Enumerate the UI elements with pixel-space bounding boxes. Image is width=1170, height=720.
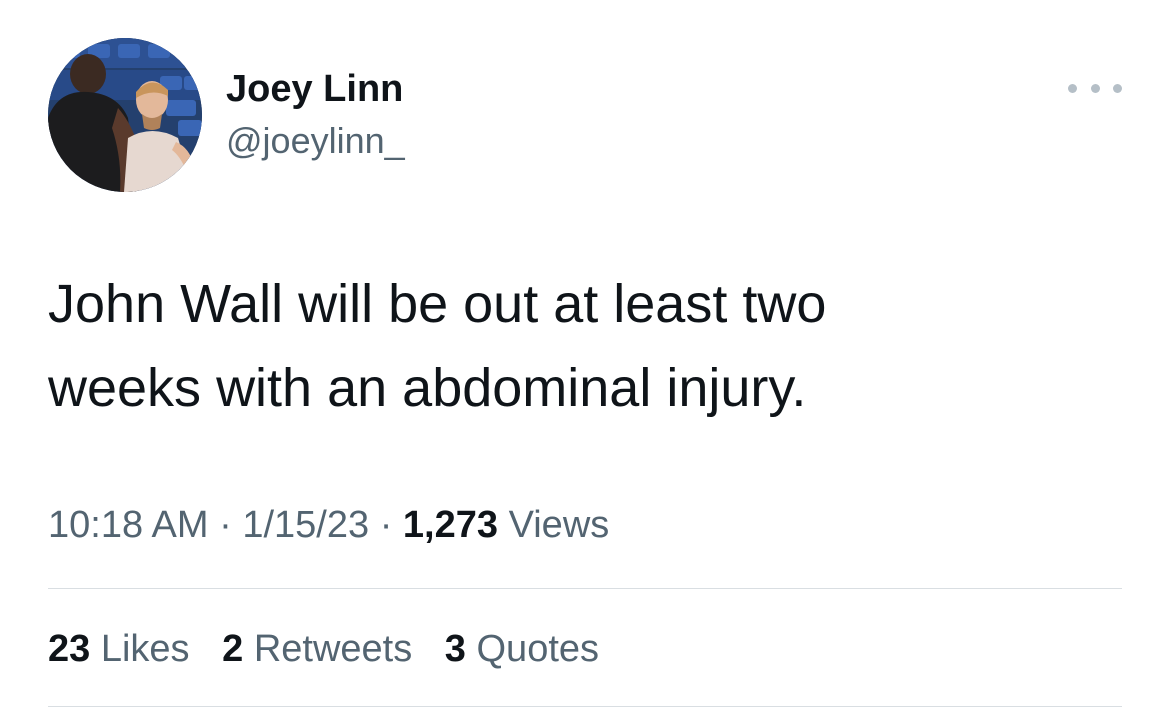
quotes-stat[interactable]: 3 Quotes: [445, 624, 599, 674]
views-count: 1,273: [402, 504, 499, 546]
engagement-stats: 23 Likes 2 Retweets 3 Quotes: [48, 624, 621, 674]
likes-count: 23: [48, 628, 91, 670]
views-label: Views: [508, 504, 610, 546]
more-options-icon[interactable]: [1068, 76, 1122, 100]
tweet-time[interactable]: 10:18 AM: [48, 504, 209, 546]
divider: [48, 588, 1122, 589]
likes-label: Likes: [100, 628, 190, 670]
tweet-card: Joey Linn @joeylinn_ John Wall will be o…: [0, 0, 1170, 720]
likes-stat[interactable]: 23 Likes: [48, 624, 190, 674]
meta-separator: ·: [219, 504, 232, 546]
retweets-count: 2: [222, 628, 244, 670]
author-display-name[interactable]: Joey Linn: [226, 66, 405, 112]
tweet-text: John Wall will be out at least two weeks…: [48, 262, 1118, 430]
tweet-date[interactable]: 1/15/23: [242, 504, 369, 546]
retweets-stat[interactable]: 2 Retweets: [222, 624, 412, 674]
more-dot: [1113, 83, 1122, 93]
retweets-label: Retweets: [253, 628, 413, 670]
quotes-label: Quotes: [476, 628, 600, 670]
tweet-text-line-2: weeks with an abdominal injury.: [48, 358, 807, 418]
author-handle[interactable]: @joeylinn_: [226, 118, 405, 164]
quotes-count: 3: [444, 628, 466, 670]
tweet-text-line-1: John Wall will be out at least two: [48, 274, 827, 334]
divider: [48, 706, 1122, 707]
more-dot: [1090, 83, 1100, 93]
author-info: Joey Linn @joeylinn_: [226, 66, 405, 164]
tweet-meta: 10:18 AM · 1/15/23 · 1,273 Views: [48, 500, 609, 550]
meta-separator: ·: [379, 504, 393, 546]
profile-photo-avatar: [48, 38, 202, 192]
avatar[interactable]: [48, 38, 202, 192]
more-dot: [1068, 83, 1077, 93]
